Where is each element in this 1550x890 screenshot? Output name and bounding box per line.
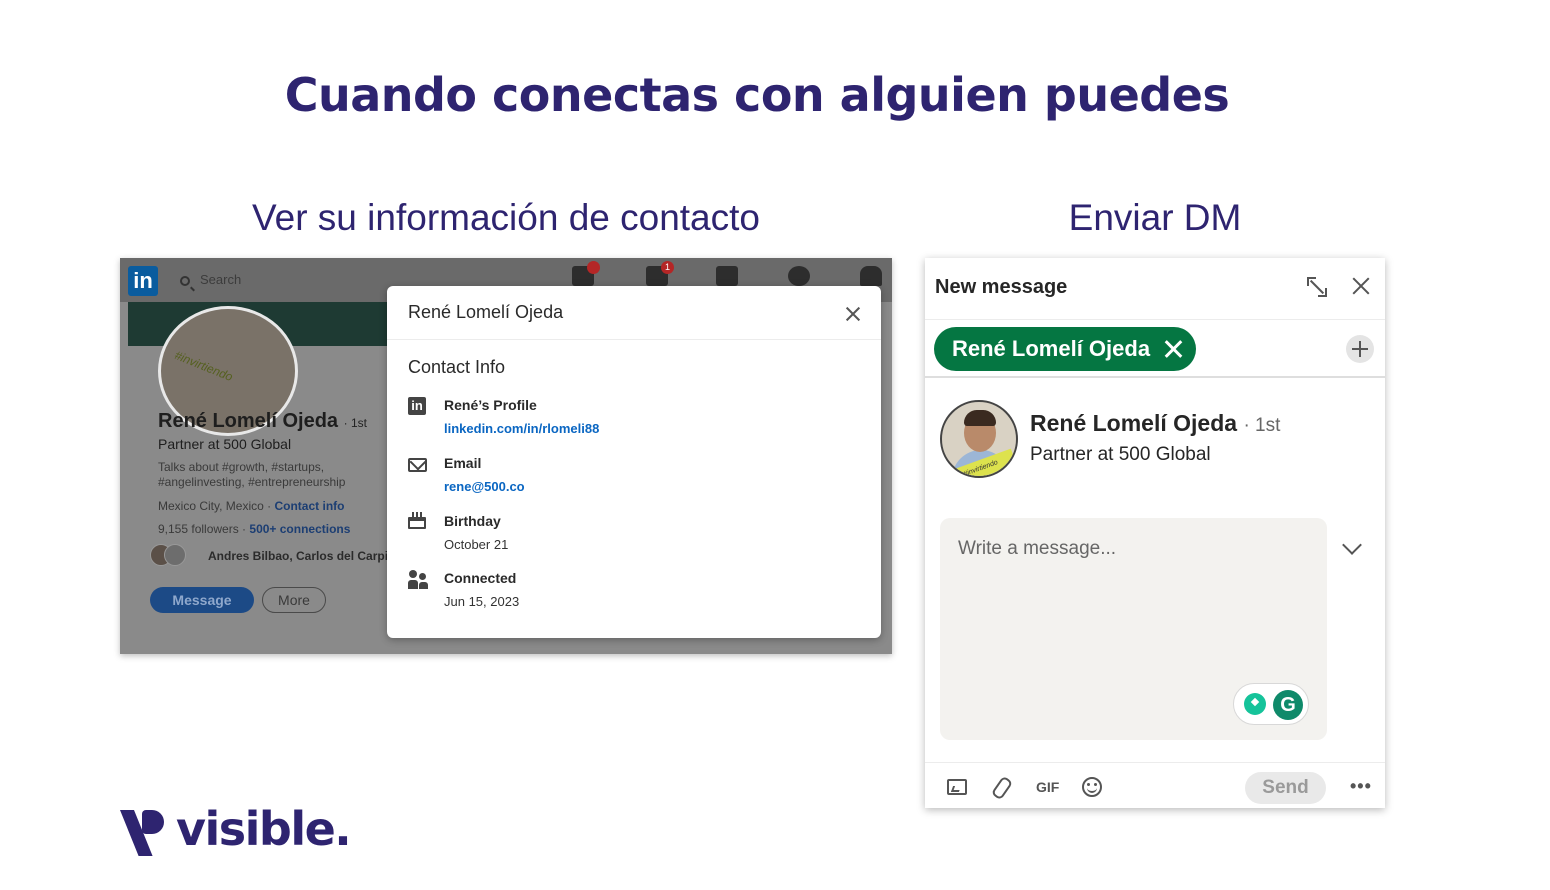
recipient-chip-label: René Lomelí Ojeda <box>952 336 1151 361</box>
messaging-icon[interactable] <box>788 266 810 286</box>
mail-icon <box>408 458 427 472</box>
contact-row-profile: in René’s Profile linkedin.com/in/rlomel… <box>408 395 848 441</box>
profile-name-text: René Lomelí Ojeda <box>158 410 339 432</box>
people-icon <box>408 570 428 590</box>
home-icon[interactable] <box>572 261 600 286</box>
profile-degree: · 1st <box>343 416 367 430</box>
expand-icon[interactable] <box>1306 276 1328 298</box>
contact-label: Email <box>444 455 482 471</box>
contact-row-connected: Connected Jun 15, 2023 <box>408 568 848 614</box>
profile-about: Talks about #growth, #startups, #angelin… <box>158 460 346 489</box>
add-recipient-icon[interactable] <box>1346 335 1374 363</box>
more-options-icon[interactable]: ••• <box>1350 776 1372 797</box>
recipient-name-text: René Lomelí Ojeda <box>1030 410 1238 436</box>
contact-info-modal: René Lomelí Ojeda Contact Info in René’s… <box>387 286 881 638</box>
profile-headline: Partner at 500 Global <box>158 436 292 452</box>
contact-label: Connected <box>444 570 517 586</box>
profile-location: Mexico City, Mexico · Contact info <box>158 499 344 513</box>
location-text: Mexico City, Mexico · <box>158 499 272 513</box>
close-icon[interactable] <box>1351 276 1371 296</box>
message-placeholder: Write a message... <box>958 538 1117 559</box>
modal-header: René Lomelí Ojeda <box>387 286 881 340</box>
contact-info-heading: Contact Info <box>408 357 506 377</box>
attachment-icon[interactable] <box>991 777 1011 797</box>
profile-url-link[interactable]: linkedin.com/in/rlomeli88 <box>444 421 599 436</box>
dm-toolbar: GIF Send ••• <box>925 762 1385 808</box>
image-icon[interactable] <box>947 779 967 795</box>
slide-title: Cuando conectas con alguien puedes <box>284 68 1230 122</box>
avatar-ring-label: #invirtiendo <box>172 348 235 384</box>
lightbulb-icon[interactable] <box>1244 693 1266 715</box>
search-icon <box>180 275 190 286</box>
connections-link[interactable]: 500+ connections <box>249 522 350 536</box>
email-link[interactable]: rene@500.co <box>444 479 525 494</box>
recipient-avatar[interactable]: #invirtiendo <box>940 400 1018 478</box>
right-subtitle: Enviar DM <box>1068 197 1242 238</box>
more-button[interactable]: More <box>262 587 326 613</box>
message-input[interactable]: Write a message... G <box>940 518 1327 740</box>
close-icon[interactable] <box>845 306 861 322</box>
home-badge <box>587 261 600 274</box>
profile-name: René Lomelí Ojeda · 1st <box>158 410 367 433</box>
left-subtitle: Ver su información de contacto <box>251 197 760 238</box>
modal-title: René Lomelí Ojeda <box>408 302 564 322</box>
calendar-icon <box>408 512 426 529</box>
recipient-chip[interactable]: René Lomelí Ojeda <box>934 327 1197 371</box>
mutual-avatar-2 <box>164 544 186 566</box>
grammarly-icon[interactable]: G <box>1273 690 1303 720</box>
jobs-icon[interactable] <box>716 266 738 286</box>
search-bar[interactable]: Search <box>172 268 392 292</box>
remove-recipient-icon[interactable] <box>1164 340 1182 358</box>
recipient-field[interactable]: René Lomelí Ojeda <box>925 320 1385 378</box>
search-placeholder: Search <box>200 272 242 287</box>
contact-info-screenshot: in Search 1 #invirtiendo René Lomelí Oje… <box>120 258 892 654</box>
recipient-name[interactable]: René Lomelí Ojeda · 1st <box>1030 410 1280 437</box>
contact-info-link[interactable]: Contact info <box>274 499 344 513</box>
linkedin-logo[interactable]: in <box>128 266 158 296</box>
contact-label: René’s Profile <box>444 397 537 413</box>
recipient-degree: · 1st <box>1243 415 1281 436</box>
visible-logo-text: visible. <box>176 802 352 856</box>
contact-row-birthday: Birthday October 21 <box>408 511 848 557</box>
network-icon[interactable]: 1 <box>646 261 674 286</box>
birthday-value: October 21 <box>444 537 509 552</box>
connected-value: Jun 15, 2023 <box>444 594 520 609</box>
dm-header: New message <box>925 258 1385 320</box>
visible-logo-mark <box>120 810 166 856</box>
network-badge: 1 <box>661 261 674 274</box>
chevron-down-icon[interactable] <box>1342 535 1362 555</box>
profile-followers: 9,155 followers · 500+ connections <box>158 522 350 536</box>
mutual-connections[interactable]: Andres Bilbao, Carlos del Carpio <box>208 549 395 563</box>
followers-text: 9,155 followers · <box>158 522 247 536</box>
message-button[interactable]: Message <box>150 587 254 613</box>
notifications-icon[interactable] <box>860 266 882 286</box>
send-button[interactable]: Send <box>1245 772 1326 804</box>
emoji-icon[interactable] <box>1082 777 1102 797</box>
dm-title: New message <box>935 276 1068 298</box>
slide: Cuando conectas con alguien puedes Ver s… <box>0 0 1550 890</box>
new-message-window: New message René Lomelí Ojeda #invirtien… <box>925 258 1385 808</box>
recipient-headline: Partner at 500 Global <box>1030 444 1211 465</box>
contact-row-email: Email rene@500.co <box>408 453 848 499</box>
gif-icon[interactable]: GIF <box>1036 777 1062 797</box>
linkedin-icon: in <box>408 397 426 415</box>
grammarly-widget[interactable]: G <box>1233 683 1309 725</box>
contact-label: Birthday <box>444 513 501 529</box>
